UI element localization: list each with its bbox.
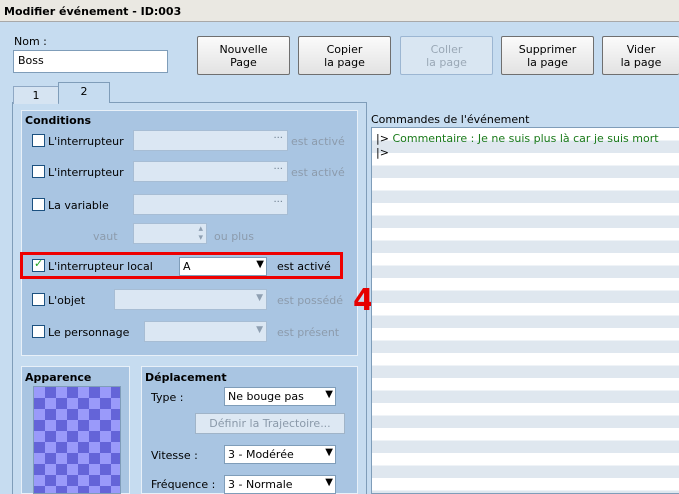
- ellipsis-icon: ···: [273, 197, 283, 208]
- deplacement-title: Déplacement: [145, 371, 227, 384]
- switch2-checkbox[interactable]: [32, 165, 45, 178]
- switch1-status: est activé: [291, 135, 345, 148]
- variable-checkbox[interactable]: [32, 198, 45, 211]
- switch1-label: L'interrupteur: [48, 135, 124, 148]
- variable-vaut-label: vaut: [93, 230, 118, 243]
- tab-page-1[interactable]: 1: [13, 86, 59, 104]
- switch2-label: L'interrupteur: [48, 166, 124, 179]
- variable-ou-plus-label: ou plus: [214, 230, 254, 243]
- tab-page-2[interactable]: 2: [58, 82, 110, 103]
- vitesse-value: 3 - Modérée: [228, 448, 294, 461]
- command-line[interactable]: |>: [376, 146, 389, 159]
- clear-page-button-line1: Vider: [626, 43, 656, 56]
- frequence-value: 3 - Normale: [228, 478, 293, 491]
- vitesse-label: Vitesse :: [151, 449, 198, 462]
- frequence-label: Fréquence :: [151, 478, 216, 491]
- switch1-field[interactable]: ···: [133, 130, 288, 151]
- graphic-preview[interactable]: [33, 386, 121, 494]
- type-label: Type :: [151, 391, 184, 404]
- variable-field[interactable]: ···: [133, 194, 288, 215]
- dropdown-arrow-icon: ▼: [325, 477, 333, 488]
- item-label: L'objet: [48, 294, 86, 307]
- new-page-button[interactable]: Nouvelle Page: [197, 36, 290, 75]
- frequence-select[interactable]: 3 - Normale ▼: [224, 475, 336, 494]
- actor-label: Le personnage: [48, 326, 130, 339]
- switch2-status: est activé: [291, 166, 345, 179]
- clear-page-button-line2: la page: [620, 56, 662, 69]
- delete-page-button-line2: la page: [527, 56, 568, 69]
- paste-page-button-line2: la page: [426, 56, 467, 69]
- ellipsis-icon: ···: [273, 164, 283, 175]
- command-line[interactable]: |> Commentaire : Je ne suis plus là car …: [376, 132, 659, 145]
- actor-status: est présent: [277, 326, 340, 339]
- paste-page-button-line1: Coller: [430, 43, 463, 56]
- define-route-button[interactable]: Définir la Trajectoire...: [195, 413, 345, 434]
- conditions-title: Conditions: [25, 114, 92, 127]
- paste-page-button[interactable]: Coller la page: [400, 36, 493, 75]
- new-page-button-line1: Nouvelle: [219, 43, 268, 56]
- type-select[interactable]: Ne bouge pas ▼: [224, 387, 336, 406]
- type-value: Ne bouge pas: [228, 390, 304, 403]
- switch2-field[interactable]: ···: [133, 161, 288, 182]
- copy-page-button-line1: Copier: [326, 43, 363, 56]
- delete-page-button[interactable]: Supprimer la page: [501, 36, 594, 75]
- apparence-title: Apparence: [25, 371, 92, 384]
- copy-page-button-line2: la page: [324, 56, 365, 69]
- command-marker: |>: [376, 146, 389, 159]
- nom-input[interactable]: Boss: [13, 50, 168, 73]
- vitesse-select[interactable]: 3 - Modérée ▼: [224, 445, 336, 464]
- new-page-button-line2: Page: [230, 56, 257, 69]
- spin-down-icon: ▾: [198, 233, 203, 243]
- variable-label: La variable: [48, 199, 109, 212]
- nom-label: Nom :: [14, 35, 47, 48]
- dropdown-arrow-icon: ▼: [256, 293, 263, 303]
- dropdown-arrow-icon: ▼: [325, 389, 333, 400]
- dropdown-arrow-icon: ▼: [325, 447, 333, 458]
- dropdown-arrow-icon: ▼: [256, 325, 263, 335]
- actor-checkbox[interactable]: [32, 325, 45, 338]
- clear-page-button[interactable]: Vider la page: [602, 36, 679, 75]
- delete-page-button-line1: Supprimer: [518, 43, 577, 56]
- command-marker: |>: [376, 132, 389, 145]
- annotation-highlight-box: [20, 252, 343, 279]
- item-status: est possédé: [277, 294, 343, 307]
- item-checkbox[interactable]: [32, 293, 45, 306]
- ellipsis-icon: ···: [273, 133, 283, 144]
- actor-select[interactable]: ▼: [144, 321, 267, 342]
- commands-list[interactable]: |> Commentaire : Je ne suis plus là car …: [371, 127, 679, 494]
- window-title: Modifier événement - ID:003: [0, 0, 679, 22]
- command-text: Commentaire : Je ne suis plus là car je …: [392, 132, 659, 145]
- variable-value-spinner[interactable]: ▴ ▾: [133, 223, 207, 244]
- commands-title: Commandes de l'événement: [371, 113, 530, 126]
- copy-page-button[interactable]: Copier la page: [298, 36, 391, 75]
- item-select[interactable]: ▼: [114, 289, 267, 310]
- switch1-checkbox[interactable]: [32, 134, 45, 147]
